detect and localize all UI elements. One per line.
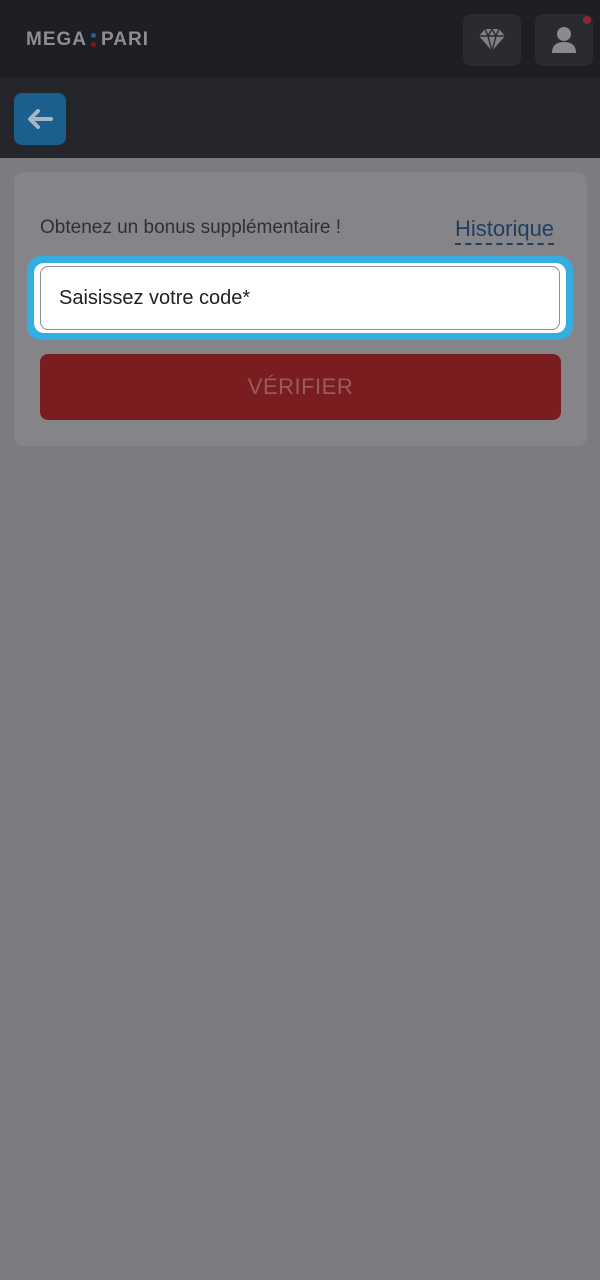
promo-code-card: Obtenez un bonus supplémentaire ! Histor… (14, 172, 587, 446)
account-button[interactable] (535, 14, 593, 66)
bonus-text: Obtenez un bonus supplémentaire ! (40, 217, 342, 238)
notification-dot (583, 16, 591, 24)
diamond-icon (479, 28, 505, 52)
back-button[interactable] (14, 93, 66, 145)
vip-button[interactable] (463, 14, 521, 66)
promo-code-input[interactable] (40, 266, 560, 330)
history-link[interactable]: Historique (455, 217, 555, 245)
user-icon (552, 27, 576, 53)
logo-left-text: MEGA (26, 29, 87, 50)
promo-code-field (34, 263, 566, 333)
top-header: MEGA PARI (0, 0, 600, 78)
sub-header (0, 78, 600, 158)
promo-code-focus-ring (27, 256, 573, 340)
arrow-left-icon (28, 109, 53, 129)
logo-dots-icon (90, 31, 98, 49)
megapari-logo[interactable]: MEGA PARI (26, 27, 149, 53)
logo-right-text: PARI (101, 29, 149, 50)
verify-button[interactable]: VÉRIFIER (40, 354, 561, 420)
